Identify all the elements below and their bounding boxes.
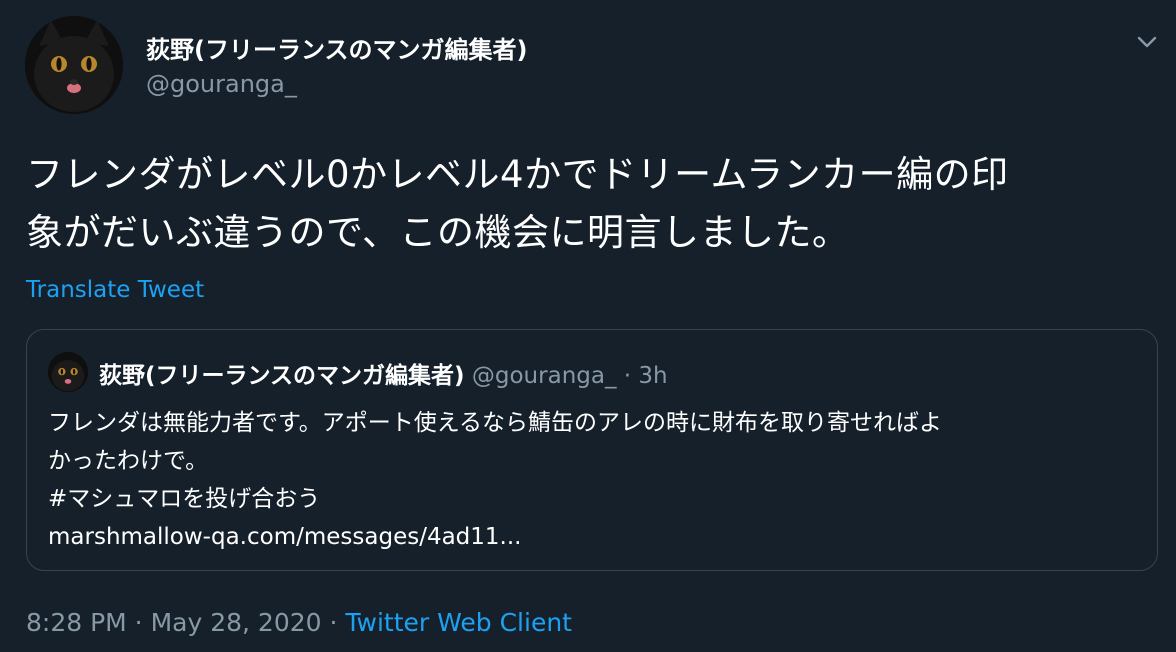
- quoted-avatar: [48, 352, 88, 392]
- user-handle[interactable]: @gouranga_: [146, 70, 297, 98]
- client-link[interactable]: Twitter Web Client: [345, 608, 572, 637]
- footer-separator: ·: [329, 608, 338, 637]
- quoted-timestamp: 3h: [638, 363, 668, 389]
- translate-tweet-link[interactable]: Translate Tweet: [26, 277, 204, 303]
- quoted-text: フレンダは無能力者です。アポート使えるなら鯖缶のアレの時に財布を取り寄せればよ …: [48, 404, 1138, 556]
- cat-avatar-image: [48, 352, 88, 392]
- quoted-header: 荻野(フリーランスのマンガ編集者) @gouranga_ · 3h: [99, 356, 668, 390]
- quoted-text-line: かったわけで。: [48, 448, 209, 474]
- tweet-text: フレンダがレベル0かレベル4かでドリームランカー編の印 象がだいぶ違うので、この…: [26, 146, 1156, 262]
- quoted-tweet[interactable]: 荻野(フリーランスのマンガ編集者) @gouranga_ · 3h フレンダは無…: [26, 329, 1158, 571]
- tweet-card: 荻野(フリーランスのマンガ編集者) @gouranga_ フレンダがレベル0かレ…: [0, 0, 1176, 652]
- tweet-text-line: 象がだいぶ違うので、この機会に明言しました。: [26, 211, 850, 254]
- tweet-timestamp[interactable]: 8:28 PM · May 28, 2020: [26, 608, 322, 637]
- tweet-text-line: フレンダがレベル0かレベル4かでドリームランカー編の印: [26, 153, 1009, 196]
- display-name[interactable]: 荻野(フリーランスのマンガ編集者): [146, 30, 527, 65]
- quoted-handle: @gouranga_: [471, 363, 617, 389]
- quoted-separator: ·: [623, 363, 632, 389]
- quoted-hashtag: #マシュマロを投げ合おう: [48, 486, 321, 512]
- quoted-text-line: フレンダは無能力者です。アポート使えるなら鯖缶のアレの時に財布を取り寄せればよ: [48, 410, 943, 436]
- avatar[interactable]: [25, 16, 123, 114]
- tweet-footer: 8:28 PM · May 28, 2020 · Twitter Web Cli…: [26, 608, 572, 637]
- chevron-down-icon[interactable]: [1133, 28, 1161, 56]
- quoted-link: marshmallow-qa.com/messages/4ad11...: [48, 524, 522, 550]
- cat-avatar-image: [25, 16, 123, 114]
- quoted-display-name: 荻野(フリーランスのマンガ編集者): [99, 363, 465, 389]
